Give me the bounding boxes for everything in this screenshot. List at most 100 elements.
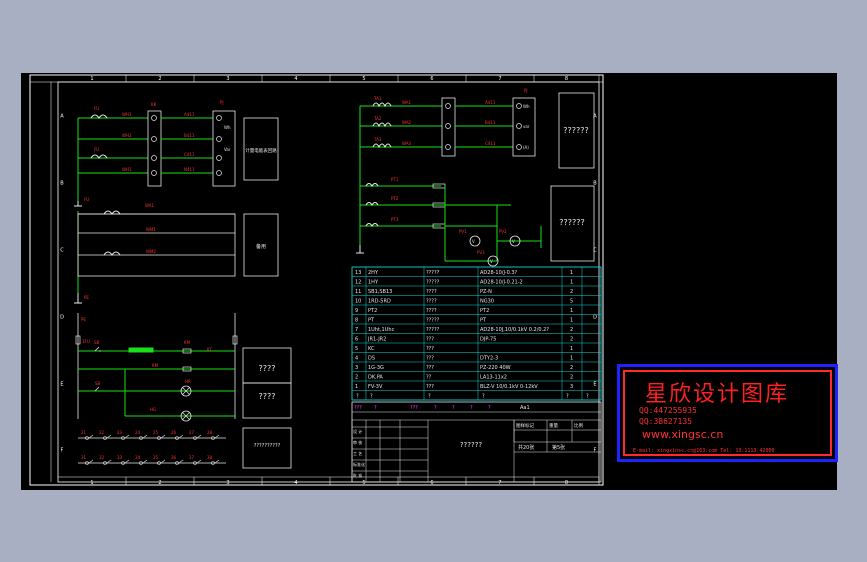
svg-text:KK: KK bbox=[151, 102, 157, 107]
mark-row-cell: ? bbox=[488, 405, 491, 411]
watermark-qq2: QQ:38627135 bbox=[639, 417, 692, 426]
table-cell-no: 11 bbox=[355, 289, 361, 295]
table-header-cell: ? bbox=[566, 394, 569, 400]
title-block-label: 审 核 bbox=[353, 439, 362, 445]
svg-text:SB: SB bbox=[95, 381, 101, 386]
svg-text:WH2: WH2 bbox=[122, 133, 132, 138]
table-cell-qty: 2 bbox=[570, 289, 573, 295]
svg-text:HR: HR bbox=[185, 379, 191, 384]
left-bottom-box1-text: ???? bbox=[259, 364, 276, 373]
column-number-bottom: 6 bbox=[430, 480, 433, 486]
column-number-bottom: 1 bbox=[90, 480, 93, 486]
right-top-circuit: TA1 TA2 TA3 WA1 WA2 WA3 A411 B411 C411 Wh var… bbox=[356, 88, 595, 267]
table-cell-qty: 1 bbox=[570, 356, 573, 362]
sheet-count: 共20张 bbox=[518, 444, 534, 451]
svg-text:FU: FU bbox=[94, 106, 99, 111]
svg-text:V: V bbox=[490, 259, 493, 264]
svg-text:WH1: WH1 bbox=[122, 112, 132, 117]
column-number-top: 6 bbox=[430, 76, 433, 82]
svg-text:Var: Var bbox=[224, 147, 231, 152]
table-cell-model: PZ-N bbox=[480, 289, 492, 295]
svg-text:V: V bbox=[472, 239, 475, 244]
table-cell-name: ???? bbox=[426, 299, 437, 305]
table-header-cell: ? bbox=[586, 394, 589, 400]
title-block-label: 批 准 bbox=[353, 472, 362, 478]
pt-label: PV3 bbox=[477, 250, 485, 255]
svg-text:FU: FU bbox=[84, 197, 89, 202]
table-cell-name: ????? bbox=[426, 318, 440, 324]
terminal-label: 32 bbox=[99, 455, 105, 460]
table-cell-code: 2HY bbox=[368, 270, 379, 276]
watermark-title: 星欣设计图库 bbox=[645, 382, 790, 407]
svg-text:SB: SB bbox=[94, 340, 100, 345]
left-bottom-box2-text: ???? bbox=[259, 392, 276, 401]
svg-text:HG: HG bbox=[150, 407, 156, 412]
watermark-logo: 星欣设计图库 QQ:447255935 QQ:38627135 www.xing… bbox=[617, 364, 838, 462]
row-letter-left: C bbox=[60, 248, 64, 254]
svg-text:PE: PE bbox=[81, 317, 86, 322]
table-cell-qty: 1 bbox=[570, 318, 573, 324]
table-cell-code: SB1,SB13 bbox=[368, 289, 392, 295]
svg-text:KM: KM bbox=[152, 363, 159, 368]
table-cell-code: 1Uht,1Uhc bbox=[368, 327, 395, 333]
svg-text:1FU: 1FU bbox=[82, 339, 90, 344]
table-cell-name: ????? bbox=[426, 270, 440, 276]
table-cell-no: 8 bbox=[355, 318, 358, 324]
terminal-label: 33 bbox=[117, 455, 123, 460]
wire-label: WA3 bbox=[402, 141, 411, 146]
svg-text:B411: B411 bbox=[184, 133, 195, 138]
title-block-right-label: 重量 bbox=[549, 422, 558, 429]
svg-text:V: V bbox=[512, 239, 515, 244]
table-cell-qty: 2 bbox=[570, 365, 573, 371]
table-cell-name: ??? bbox=[426, 365, 434, 371]
table-cell-code: DS bbox=[368, 356, 375, 362]
column-number-top: 8 bbox=[565, 76, 568, 82]
pt-label: PT2 bbox=[391, 196, 399, 201]
right-top-box2-text: ?????? bbox=[559, 218, 584, 227]
table-cell-name: ???? bbox=[426, 289, 437, 295]
row-letter-right: F bbox=[594, 448, 597, 454]
svg-text:PJ: PJ bbox=[220, 100, 224, 105]
table-cell-model: PT2 bbox=[480, 308, 489, 314]
row-letter-right: D bbox=[593, 315, 597, 321]
table-cell-no: 9 bbox=[355, 308, 358, 314]
svg-text:B411: B411 bbox=[485, 120, 496, 125]
table-cell-code: PT2 bbox=[368, 308, 377, 314]
left-bottom-control-circuit: PE 1FU SB KM KT KM HR HG SB ???? ???? ??… bbox=[75, 313, 292, 469]
svg-text:WA1: WA1 bbox=[145, 203, 154, 208]
table-header-cell: ? bbox=[356, 394, 359, 400]
svg-text:FU: FU bbox=[94, 147, 99, 152]
column-number-bottom: 5 bbox=[362, 480, 365, 486]
table-cell-name: ??? bbox=[426, 356, 434, 362]
left-mid-wire-2: WM2 bbox=[146, 249, 156, 254]
watermark-email: E-mail: xingxinsc.cn@163.com Tel: 13.111… bbox=[633, 448, 775, 454]
table-cell-no: 4 bbox=[355, 356, 358, 362]
table-cell-no: 6 bbox=[355, 337, 358, 343]
meter-label: var bbox=[523, 124, 530, 129]
title-block-label: 设 计 bbox=[353, 428, 362, 434]
svg-text:Wh: Wh bbox=[224, 125, 231, 130]
table-cell-qty: 1 bbox=[570, 280, 573, 286]
svg-text:C411: C411 bbox=[184, 152, 195, 157]
table-cell-qty: 1 bbox=[570, 346, 573, 352]
table-cell-code: 1RD-5RD bbox=[368, 299, 391, 305]
wire-label: WA1 bbox=[402, 100, 411, 105]
cad-drawing-canvas: 1122334455667788 AABBCCDDEEFF FU FU WH1 … bbox=[21, 73, 838, 490]
table-header-cell: ? bbox=[482, 394, 485, 400]
column-number-bottom: 8 bbox=[565, 480, 568, 486]
terminal-label: 26 bbox=[171, 430, 177, 435]
pt-label: PV1 bbox=[459, 229, 467, 234]
coil-label: TA1 bbox=[373, 96, 382, 101]
table-header-cell: ? bbox=[428, 394, 431, 400]
coil-label: TA3 bbox=[373, 137, 382, 142]
table-cell-qty: 1 bbox=[570, 270, 573, 276]
row-letter-left: E bbox=[60, 382, 63, 388]
table-cell-model: DJP-75 bbox=[480, 337, 496, 343]
terminal-label: 38 bbox=[207, 455, 213, 460]
left-bottom-box3-text: ?????????? bbox=[254, 443, 281, 449]
meter-label: (A) bbox=[523, 145, 529, 150]
table-cell-no: 7 bbox=[355, 327, 358, 333]
table-cell-no: 5 bbox=[355, 346, 358, 352]
table-cell-model: NG30 bbox=[480, 299, 494, 305]
table-cell-no: 10 bbox=[355, 299, 361, 305]
